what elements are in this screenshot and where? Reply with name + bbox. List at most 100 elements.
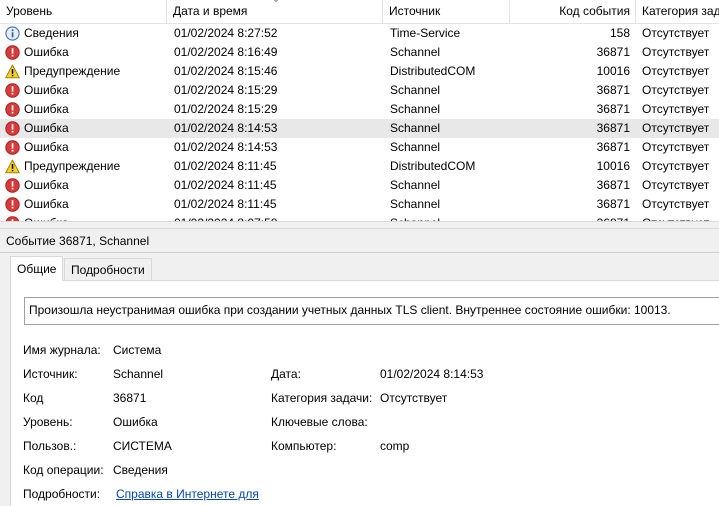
code-cell: 36871 — [596, 45, 630, 59]
code-cell: 36871 — [596, 178, 630, 192]
divider — [0, 252, 719, 253]
category-cell: Отсутствует — [642, 197, 710, 211]
error-icon — [5, 178, 20, 193]
table-row[interactable]: Ошибка 01/02/2024 8:07:58 Schannel 36871 Отс… — [0, 214, 719, 221]
code-value: 36871 — [113, 391, 147, 405]
date-cell: 01/02/2024 8:15:29 — [174, 83, 278, 97]
level-cell: Ошибка — [5, 119, 165, 138]
tab-details[interactable]: Подробности — [64, 258, 152, 281]
code-cell: 36871 — [596, 121, 630, 135]
tab-general[interactable]: Общие — [10, 256, 64, 281]
level-text: Ошибка — [24, 140, 69, 154]
table-row[interactable]: Ошибка 01/02/2024 8:15:29 Schannel 36871 Отс… — [0, 100, 719, 119]
code-cell: 36871 — [515, 214, 630, 221]
source-cell: DistributedCOM — [390, 159, 476, 173]
level-cell: Предупреждение — [5, 62, 165, 81]
category-cell: Отсутствует — [642, 140, 710, 154]
column-header-level[interactable]: Уровень — [0, 0, 167, 24]
sort-arrow-icon — [273, 0, 279, 3]
event-list[interactable]: Уровень Дата и время Источник Код событи… — [0, 0, 719, 221]
code-cell: 10016 — [596, 159, 630, 173]
error-icon — [5, 197, 20, 212]
source-cell: Schannel — [390, 121, 441, 135]
source-cell: Schannel — [390, 102, 441, 116]
list-header: Уровень Дата и время Источник Код событи… — [0, 0, 719, 24]
level-text: Ошибка — [24, 102, 69, 116]
source-cell: Schannel — [390, 214, 508, 221]
level-label: Уровень: — [23, 415, 73, 429]
level-text: Сведения — [24, 26, 79, 40]
source-cell: Time-Service — [390, 26, 461, 40]
level-cell: Сведения — [5, 24, 165, 43]
level-text: Ошибка — [24, 214, 69, 221]
level-cell: Ошибка — [5, 214, 165, 221]
source-cell: Schannel — [390, 83, 441, 97]
source-cell: Schannel — [390, 178, 441, 192]
table-row[interactable]: Ошибка 01/02/2024 8:11:45 Schannel 36871 Отс… — [0, 195, 719, 214]
date-cell: 01/02/2024 8:16:49 — [174, 45, 278, 59]
user-value: СИСТЕМА — [113, 439, 172, 453]
level-value: Ошибка — [113, 415, 158, 429]
computer-value: comp — [380, 439, 410, 453]
table-row[interactable]: Ошибка 01/02/2024 8:14:53 Schannel 36871 Отс… — [0, 138, 719, 157]
category-cell: Отсутствует — [642, 102, 710, 116]
source-cell: Schannel — [390, 197, 441, 211]
category-cell: Отсутствует — [642, 45, 710, 59]
table-row[interactable]: Предупреждение 01/02/2024 8:11:45 Distribu… — [0, 157, 719, 176]
error-icon — [5, 102, 20, 117]
code-cell: 36871 — [596, 83, 630, 97]
level-cell: Ошибка — [5, 100, 165, 119]
warning-icon — [5, 159, 20, 174]
table-row[interactable]: Ошибка 01/02/2024 8:15:29 Schannel 36871 Отс… — [0, 81, 719, 100]
level-cell: Ошибка — [5, 176, 165, 195]
table-row[interactable]: Сведения 01/02/2024 8:27:52 Time-Service 15… — [0, 24, 719, 43]
details-title: Событие 36871, Schannel — [6, 234, 150, 248]
level-cell: Ошибка — [5, 195, 165, 214]
date-cell: 01/02/2024 8:14:53 — [174, 121, 278, 135]
category-cell: Отсутствует — [642, 26, 710, 40]
date-cell: 01/02/2024 8:11:45 — [174, 178, 277, 192]
info-icon — [5, 26, 20, 41]
source-cell: Schannel — [390, 45, 441, 59]
table-row[interactable]: Ошибка 01/02/2024 8:11:45 Schannel 36871 Отс… — [0, 176, 719, 195]
level-text: Ошибка — [24, 83, 69, 97]
column-header-source[interactable]: Источник — [383, 0, 510, 24]
event-message[interactable]: Произошла неустранимая ошибка при создан… — [24, 297, 719, 325]
keywords-label: Ключевые слова: — [271, 415, 368, 429]
code-cell: 10016 — [596, 64, 630, 78]
date-cell: 01/02/2024 8:14:53 — [174, 140, 278, 154]
column-header-date[interactable]: Дата и время — [167, 0, 383, 24]
error-icon — [5, 45, 20, 60]
column-header-category[interactable]: Категория задачи — [636, 0, 719, 24]
category-cell: Отсутствует — [642, 214, 719, 221]
code-cell: 158 — [609, 26, 630, 40]
more-info-label: Подробности: — [23, 487, 101, 501]
category-cell: Отсутствует — [642, 178, 710, 192]
level-cell: Ошибка — [5, 81, 165, 100]
opcode-label: Код операции: — [23, 463, 104, 477]
date-cell: 01/02/2024 8:15:46 — [174, 64, 278, 78]
category-cell: Отсутствует — [642, 121, 710, 135]
column-header-code[interactable]: Код события — [510, 0, 636, 24]
code-cell: 36871 — [596, 140, 630, 154]
table-row[interactable]: Ошибка 01/02/2024 8:16:49 Schannel 36871 Отс… — [0, 43, 719, 62]
level-text: Ошибка — [24, 197, 69, 211]
code-cell: 36871 — [596, 102, 630, 116]
table-row[interactable]: Предупреждение 01/02/2024 8:15:46 Distribu… — [0, 62, 719, 81]
date-cell: 01/02/2024 8:27:52 — [174, 26, 278, 40]
date-cell: 01/02/2024 8:15:29 — [174, 102, 278, 116]
category-cell: Отсутствует — [642, 159, 710, 173]
category-cell: Отсутствует — [642, 83, 710, 97]
online-help-link[interactable]: Справка в Интернете для — [116, 485, 259, 503]
source-cell: Schannel — [390, 140, 441, 154]
pane-splitter[interactable] — [0, 221, 719, 229]
category-label: Категория задачи: — [271, 391, 373, 405]
log-name-value: Система — [113, 343, 162, 357]
date-value: 01/02/2024 8:14:53 — [380, 367, 484, 381]
source-value: Schannel — [113, 367, 164, 381]
level-cell: Предупреждение — [5, 157, 165, 176]
code-cell: 36871 — [596, 197, 630, 211]
date-cell: 01/02/2024 8:11:45 — [174, 197, 277, 211]
table-row[interactable]: Ошибка 01/02/2024 8:14:53 Schannel 36871 Отс… — [0, 119, 719, 138]
user-label: Пользов.: — [23, 439, 77, 453]
